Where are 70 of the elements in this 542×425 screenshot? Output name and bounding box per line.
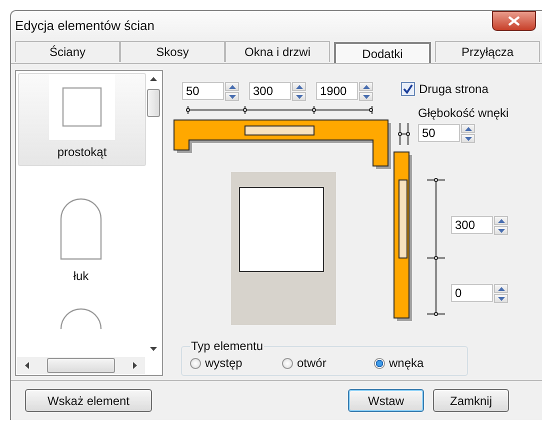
up-arrow-icon (498, 286, 504, 291)
dialog-button[interactable]: Wskaż element (25, 389, 152, 412)
tab[interactable]: Skosy (120, 41, 225, 62)
number-field[interactable]: 0 (451, 284, 493, 302)
radio-option[interactable]: występ (190, 356, 282, 370)
dialog-button[interactable]: Wstaw (348, 389, 424, 412)
spin-down-button[interactable] (461, 134, 475, 144)
list-item[interactable]: prostokąt (18, 73, 146, 166)
scrollbar-thumb[interactable] (47, 358, 115, 374)
number-field[interactable]: 50 (418, 124, 460, 142)
depth-dimension-icon (397, 123, 411, 146)
radio-button[interactable] (282, 358, 293, 369)
up-arrow-icon (228, 84, 236, 89)
arch-shape-icon (60, 198, 102, 260)
group-title: Typ elementu (190, 339, 264, 354)
tab[interactable]: Przyłącza (435, 41, 540, 62)
window-title: Edycja elementów ścian (15, 18, 154, 34)
list-item-label: łuk (73, 269, 89, 284)
scroll-right-icon[interactable] (133, 362, 137, 370)
radio-label: otwór (297, 356, 326, 370)
number-field[interactable]: 50 (182, 82, 224, 100)
number-field[interactable]: 1900 (316, 82, 358, 100)
down-arrow-icon (464, 136, 472, 141)
spin-down-button[interactable] (225, 92, 239, 102)
down-arrow-icon (296, 94, 302, 99)
checkbox[interactable] (401, 82, 415, 96)
down-arrow-icon (498, 228, 504, 233)
spin-down-button[interactable] (359, 92, 373, 102)
up-arrow-icon (464, 126, 472, 131)
scrollbar-thumb[interactable] (147, 89, 160, 118)
tab[interactable]: Okna i drzwi (225, 41, 330, 62)
spin-up-button[interactable] (225, 82, 239, 92)
scroll-up-icon[interactable] (150, 77, 157, 82)
radio-label: występ (205, 356, 242, 370)
depth-label: Głębokość wnęki (418, 106, 509, 120)
tab[interactable]: Dodatki (334, 42, 431, 64)
tab[interactable]: Ściany (15, 41, 120, 62)
scroll-left-icon[interactable] (25, 362, 29, 370)
up-arrow-icon (498, 218, 504, 223)
up-arrow-icon (362, 84, 370, 89)
up-arrow-icon (296, 84, 302, 89)
checkbox-label: Druga strona (419, 82, 488, 96)
close-icon (508, 16, 520, 26)
spin-up-button[interactable] (359, 82, 373, 92)
radio-option[interactable]: otwór (282, 356, 374, 370)
horizontal-scrollbar[interactable] (17, 357, 145, 374)
dialog-button[interactable]: Zamknij (433, 389, 509, 412)
circle-shape-icon (60, 307, 102, 330)
spin-up-button[interactable] (292, 82, 306, 92)
list-item[interactable]: łuk (18, 180, 144, 290)
spin-down-button[interactable] (292, 92, 306, 102)
list-item-label: prostokąt (57, 145, 107, 160)
spin-down-button[interactable] (494, 294, 508, 304)
spin-up-button[interactable] (494, 216, 508, 226)
down-arrow-icon (228, 94, 236, 99)
spin-down-button[interactable] (494, 226, 508, 236)
close-button[interactable] (492, 10, 536, 31)
radio-button[interactable] (190, 358, 201, 369)
number-field[interactable]: 300 (451, 216, 493, 234)
spin-up-button[interactable] (461, 124, 475, 134)
scroll-down-icon[interactable] (150, 347, 157, 352)
down-arrow-icon (498, 296, 504, 301)
radio-label: wnęka (389, 356, 424, 370)
radio-button[interactable] (374, 358, 385, 369)
rectangle-shape-icon (62, 87, 102, 128)
spin-up-button[interactable] (494, 284, 508, 294)
radio-option[interactable]: wnęka (374, 356, 466, 370)
down-arrow-icon (362, 94, 370, 99)
number-field[interactable]: 300 (249, 82, 291, 100)
checkmark-icon (403, 84, 413, 94)
